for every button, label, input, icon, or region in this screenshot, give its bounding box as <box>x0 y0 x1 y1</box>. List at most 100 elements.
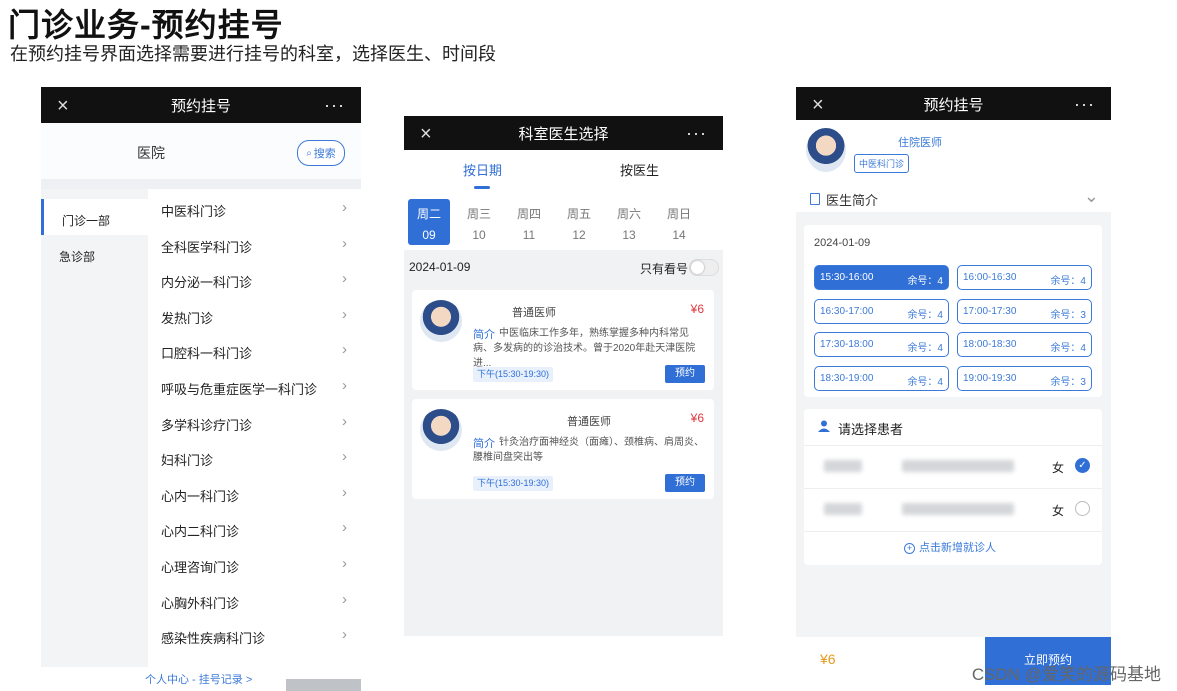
more-icon[interactable]: ··· <box>686 123 707 144</box>
date-row: 2024-01-09 只有看号 <box>404 250 723 284</box>
time-slot-button[interactable]: 16:30-17:00 余号：4 <box>814 298 949 324</box>
day-item[interactable]: 周 <box>708 199 724 245</box>
department-name: 口腔科一科门诊 <box>161 346 253 362</box>
list-item-department[interactable]: 妇科门诊 › <box>148 440 361 475</box>
screen-book: × 预约挂号 ··· 住院医师 中医科门诊 医生简介 ⌄ 2024-01-09 … <box>796 87 1111 691</box>
chevron-right-icon: › <box>342 555 347 572</box>
doctor-intro-toggle[interactable]: 医生简介 ⌄ <box>796 184 1111 212</box>
total-price: ¥6 <box>820 651 836 667</box>
day-item[interactable]: 周三 10 <box>458 199 500 245</box>
patient-header-label: 请选择患者 <box>838 422 904 437</box>
list-item-department[interactable]: 心内一科门诊 › <box>148 476 361 511</box>
slot-remaining: 余号：3 <box>1050 376 1086 388</box>
book-button[interactable]: 预约 <box>665 365 705 383</box>
divider <box>41 179 361 189</box>
doctor-intro: 针灸治疗面神经炎（面瘫）、颈椎病、肩周炎、腰椎间盘突出等 <box>473 437 704 463</box>
time-slot-button[interactable]: 18:30-19:00 余号：4 <box>814 365 949 391</box>
time-slot-button[interactable]: 15:30-16:00 余号：4 <box>814 265 949 290</box>
list-item-department[interactable]: 呼吸与危重症医学一科门诊 › <box>148 369 361 404</box>
slot-remaining: 余号：4 <box>907 376 943 388</box>
time-slot-button[interactable]: 18:00-18:30 余号：4 <box>957 332 1092 357</box>
doctor-department-badge: 中医科门诊 <box>854 154 910 173</box>
day-item[interactable]: 周六 13 <box>608 199 650 245</box>
tab-by-doctor[interactable]: 按医生 <box>620 160 659 179</box>
chevron-right-icon: › <box>342 519 347 537</box>
chevron-right-icon: › <box>342 341 347 359</box>
doctor-role: 住院医师 <box>898 137 942 149</box>
day-date: 11 <box>522 228 536 242</box>
add-patient-button[interactable]: + 点击新增就诊人 <box>904 539 996 555</box>
slot-remaining: 余号：4 <box>907 309 943 321</box>
department-name: 心内一科门诊 <box>161 488 240 504</box>
department-name: 感染性疾病科门诊 <box>161 631 266 647</box>
day-weekday: 周四 <box>516 207 541 221</box>
time-slot-button[interactable]: 17:00-17:30 余号：3 <box>957 298 1092 324</box>
day-item[interactable]: 周四 11 <box>508 199 550 245</box>
time-slot-button[interactable]: 16:00-16:30 余号：4 <box>957 265 1092 290</box>
records-link[interactable]: 个人中心 - 挂号记录 > <box>145 671 252 687</box>
day-date: 10 <box>472 228 486 242</box>
time-slot-card: 2024-01-09 15:30-16:00 余号：4 16:00-16:30 余号：… <box>804 225 1102 397</box>
list-item-department[interactable]: 心胸外科门诊 › <box>148 583 361 618</box>
department-name: 全科医学科门诊 <box>161 239 253 255</box>
sidebar-item-menzhen[interactable]: 门诊一部 <box>41 199 151 235</box>
doctor-card[interactable]: 普通医师 ¥6 中医临床工作多年，熟练掌握多种内科常见病、多发病的的诊治技术。曾于2… <box>412 290 714 390</box>
page-subtitle: 在预约挂号界面选择需要进行挂号的科室，选择医生、时间段 <box>10 44 496 64</box>
chevron-down-icon: ⌄ <box>1083 186 1099 206</box>
top-bar: × 预约挂号 ··· <box>796 87 1111 120</box>
doctor-price: ¥6 <box>690 411 704 425</box>
patient-row[interactable]: 女 ✓ <box>804 446 1102 489</box>
chevron-right-icon: › <box>342 590 347 608</box>
list-item-department[interactable]: 心理咨询门诊 › <box>148 547 361 582</box>
slot-remaining: 余号：3 <box>1050 309 1086 321</box>
top-bar: × 科室医生选择 ··· <box>404 116 723 150</box>
patient-name-redacted <box>824 503 862 515</box>
sidebar-item-jizhen[interactable]: 急诊部 <box>41 235 148 271</box>
list-item-department[interactable]: 多学科诊疗门诊 › <box>148 405 361 440</box>
doctor-card[interactable]: 普通医师 ¥6 针灸治疗面神经炎（面瘫）、颈椎病、肩周炎、腰椎间盘突出等 简介 下午(1… <box>412 399 714 499</box>
more-icon[interactable]: ··· <box>1074 94 1095 115</box>
department-name: 妇科门诊 <box>161 453 214 469</box>
patient-header: 请选择患者 <box>804 409 1102 446</box>
tab-by-date[interactable]: 按日期 <box>463 160 502 179</box>
list-item-department[interactable]: 中医科门诊 › <box>148 191 361 226</box>
doctor-intro-label: 医生简介 <box>826 193 879 208</box>
list-item-department[interactable]: 全科医学科门诊 › <box>148 227 361 262</box>
add-patient-label: 点击新增就诊人 <box>919 542 996 554</box>
list-item-department[interactable]: 心内二科门诊 › <box>148 511 361 546</box>
patient-card: 请选择患者 + 点击新增就诊人 女 ✓ 女 <box>804 409 1102 565</box>
list-item-department[interactable]: 内分泌一科门诊 › <box>148 262 361 297</box>
book-button[interactable]: 预约 <box>665 474 705 492</box>
day-item[interactable]: 周日 14 <box>658 199 700 245</box>
patient-row[interactable]: 女 <box>804 489 1102 532</box>
list-item-department[interactable]: 发热门诊 › <box>148 298 361 333</box>
department-name: 发热门诊 <box>161 310 214 326</box>
chevron-right-icon: › <box>342 305 347 323</box>
time-slot-button[interactable]: 19:00-19:30 余号：3 <box>957 365 1092 391</box>
chevron-right-icon: › <box>342 377 347 394</box>
avatar <box>420 300 462 342</box>
only-available-label: 只有看号 <box>640 262 689 276</box>
list-item-department[interactable]: 口腔科一科门诊 › <box>148 333 361 368</box>
day-item[interactable]: 周五 12 <box>558 199 600 245</box>
scroll-indicator <box>286 679 361 691</box>
list-item-department[interactable]: 感染性疾病科门诊 › <box>148 618 361 653</box>
patient-id-redacted <box>902 503 1014 515</box>
search-icon: ⌕ <box>306 147 312 159</box>
time-slot-badge: 下午(15:30-19:30) <box>473 476 554 491</box>
more-icon[interactable]: ··· <box>324 95 345 116</box>
time-slot-button[interactable]: 17:30-18:00 余号：4 <box>814 332 949 357</box>
unchecked-icon[interactable] <box>1075 501 1090 516</box>
search-button[interactable]: ⌕ 搜索 <box>297 140 345 166</box>
slot-date: 2024-01-09 <box>814 237 871 249</box>
chevron-right-icon: › <box>342 483 347 501</box>
division-sidebar: 门诊一部 急诊部 <box>41 189 151 691</box>
time-slot-badge: 下午(15:30-19:30) <box>473 367 554 382</box>
day-date: 14 <box>672 228 686 242</box>
only-available-toggle[interactable] <box>689 259 719 276</box>
checked-icon[interactable]: ✓ <box>1075 458 1090 473</box>
search-label: 搜索 <box>313 148 336 160</box>
watermark: CSDN @爱笑的源码基地 <box>971 665 1161 684</box>
add-icon: + <box>904 543 915 554</box>
day-item[interactable]: 周二 09 <box>408 199 450 245</box>
